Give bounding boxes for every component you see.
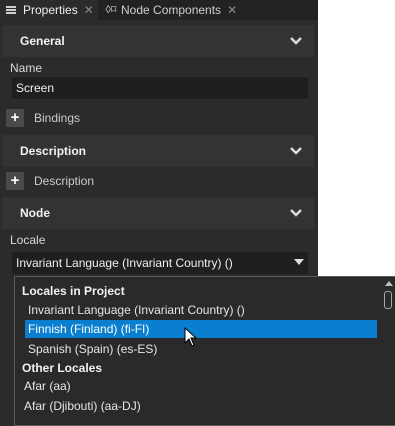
locale-select[interactable]: Invariant Language (Invariant Country) (… [12, 252, 308, 274]
name-field[interactable]: Screen [12, 77, 308, 99]
description-label: Description [34, 174, 95, 188]
name-label: Name [10, 61, 43, 75]
locale-option[interactable]: Afar (Djibouti) (aa-DJ) [21, 397, 373, 415]
chevron-down-icon[interactable] [288, 143, 304, 159]
tab-bar: Properties ✕ ◊⌑ Node Components ✕ [0, 0, 318, 20]
list-icon [6, 3, 20, 17]
bindings-row: + Bindings [6, 107, 306, 129]
section-general-header[interactable]: General [2, 25, 314, 57]
dropdown-scrollbar[interactable] [383, 277, 394, 425]
group-label-other: Other Locales [22, 361, 103, 375]
close-icon[interactable]: ✕ [227, 3, 237, 17]
locale-option[interactable]: Spanish (Spain) (es-ES) [25, 340, 377, 358]
description-row: + Description [6, 170, 306, 192]
section-title: Node [20, 206, 50, 220]
locale-label: Locale [10, 233, 46, 247]
scroll-up-icon[interactable] [385, 281, 393, 286]
scroll-thumb[interactable] [384, 291, 392, 309]
section-title: General [20, 34, 65, 48]
group-label-project: Locales in Project [22, 284, 125, 298]
tab-properties[interactable]: Properties ✕ [0, 0, 98, 20]
add-binding-button[interactable]: + [6, 109, 24, 127]
tab-label: Properties [23, 3, 78, 17]
locale-option[interactable]: Invariant Language (Invariant Country) (… [25, 301, 377, 319]
tab-label: Node Components [121, 3, 222, 17]
locale-value: Invariant Language (Invariant Country) (… [16, 256, 233, 270]
locale-dropdown-list: Locales in Project Invariant Language (I… [14, 276, 395, 426]
bindings-label: Bindings [34, 111, 81, 125]
chevron-down-icon[interactable] [288, 33, 304, 49]
components-icon: ◊⌑ [105, 4, 117, 16]
section-node-header[interactable]: Node [2, 197, 314, 229]
section-title: Description [20, 144, 87, 158]
mouse-cursor-icon [184, 327, 198, 347]
tab-node-components[interactable]: ◊⌑ Node Components ✕ [98, 0, 248, 20]
locale-option[interactable]: Afar (aa) [21, 377, 373, 395]
locale-option-selected[interactable]: Finnish (Finland) (fi-FI) [25, 320, 377, 338]
dropdown-arrow-icon[interactable] [294, 259, 304, 265]
add-description-button[interactable]: + [6, 172, 24, 190]
section-description-header[interactable]: Description [2, 135, 314, 167]
close-icon[interactable]: ✕ [84, 3, 94, 17]
chevron-down-icon[interactable] [288, 205, 304, 221]
